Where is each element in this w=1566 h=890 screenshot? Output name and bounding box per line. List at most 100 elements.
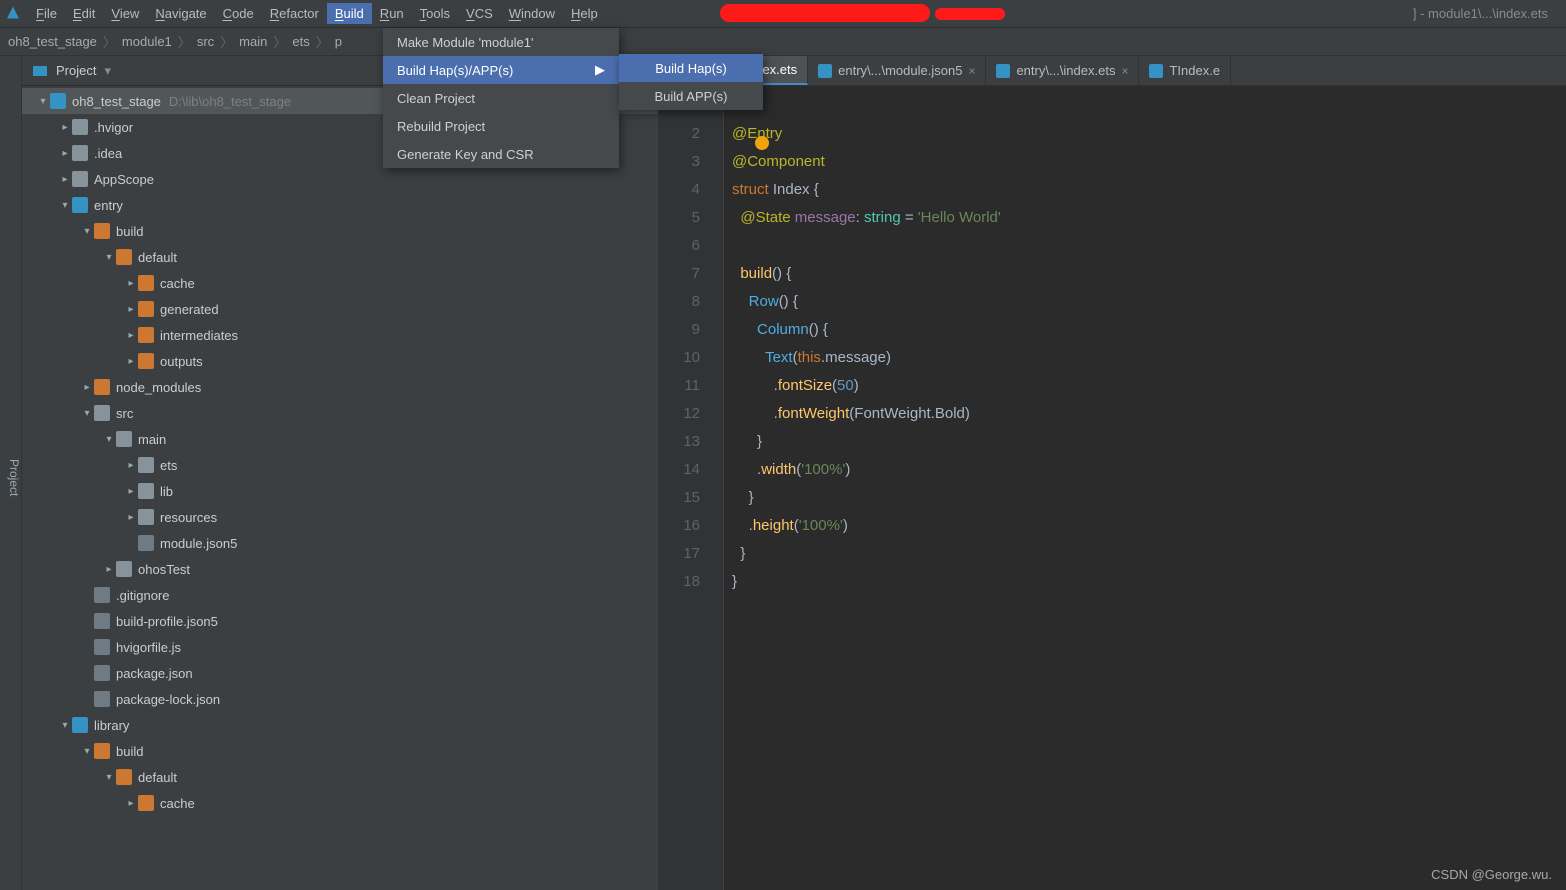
main-area: Project Project ▾ ▾oh8_test_stageD:\lib\…	[0, 56, 1566, 890]
tree-node-outputs[interactable]: ▸outputs	[22, 348, 658, 374]
breadcrumb-item[interactable]: module1	[122, 34, 172, 49]
tree-node-label: ohosTest	[138, 562, 190, 577]
tree-node-default[interactable]: ▾default	[22, 244, 658, 270]
submenu-item-build-hap-s-[interactable]: Build Hap(s)	[619, 54, 763, 82]
tree-node-ets[interactable]: ▸ets	[22, 452, 658, 478]
expand-arrow-icon[interactable]: ▸	[124, 304, 138, 315]
tree-node-default[interactable]: ▾default	[22, 764, 658, 790]
editor-tab[interactable]: entry\...\module.json5×	[808, 56, 986, 85]
submenu-item-build-app-s-[interactable]: Build APP(s)	[619, 82, 763, 110]
tree-node-label: .hvigor	[94, 120, 133, 135]
tree-node--gitignore[interactable]: ▸.gitignore	[22, 582, 658, 608]
tree-node-label: library	[94, 718, 129, 733]
tree-node-label: build-profile.json5	[116, 614, 218, 629]
expand-arrow-icon[interactable]: ▸	[124, 798, 138, 809]
close-tab-icon[interactable]: ×	[968, 64, 975, 78]
menu-code[interactable]: Code	[215, 3, 262, 24]
tree-node-src[interactable]: ▾src	[22, 400, 658, 426]
project-tree[interactable]: ▾oh8_test_stageD:\lib\oh8_test_stage▸.hv…	[22, 86, 658, 890]
tree-node-label: build	[116, 744, 143, 759]
menu-item-make-module-module-[interactable]: Make Module 'module1'	[383, 28, 619, 56]
tree-node-main[interactable]: ▾main	[22, 426, 658, 452]
menu-tools[interactable]: Tools	[412, 3, 458, 24]
tree-node-lib[interactable]: ▸lib	[22, 478, 658, 504]
file-type-icon	[996, 64, 1010, 78]
menu-help[interactable]: Help	[563, 3, 606, 24]
tree-node-ohostest[interactable]: ▸ ohosTest	[22, 556, 658, 582]
expand-arrow-icon[interactable]: ▾	[80, 746, 94, 757]
expand-arrow-icon[interactable]: ▸	[124, 460, 138, 471]
expand-arrow-icon[interactable]: ▸	[124, 356, 138, 367]
editor-tab[interactable]: TIndex.e	[1139, 56, 1231, 85]
expand-arrow-icon[interactable]: ▸	[58, 148, 72, 159]
breadcrumb-item[interactable]: p	[335, 34, 342, 49]
expand-arrow-icon[interactable]: ▸	[124, 512, 138, 523]
breadcrumb-item[interactable]: main	[239, 34, 267, 49]
tree-node-cache[interactable]: ▸cache	[22, 790, 658, 816]
tree-node-package-lock-json[interactable]: ▸package-lock.json	[22, 686, 658, 712]
file-type-icon	[818, 64, 832, 78]
menu-file[interactable]: File	[28, 3, 65, 24]
tree-node-build-profile-json5[interactable]: ▸build-profile.json5	[22, 608, 658, 634]
tab-label: TIndex.e	[1169, 63, 1220, 78]
close-tab-icon[interactable]: ×	[1121, 64, 1128, 78]
editor-tab[interactable]: entry\...\index.ets×	[986, 56, 1139, 85]
tree-node-generated[interactable]: ▸ generated	[22, 296, 658, 322]
expand-arrow-icon[interactable]: ▾	[58, 720, 72, 731]
menu-item-build-hap-s-app-s-[interactable]: Build Hap(s)/APP(s)▶	[383, 56, 619, 84]
line-number: 14	[658, 456, 700, 484]
project-tool-stripe[interactable]: Project	[0, 56, 22, 890]
menu-item-generate-key-and-csr[interactable]: Generate Key and CSR	[383, 140, 619, 168]
expand-arrow-icon[interactable]: ▾	[102, 434, 116, 445]
expand-arrow-icon[interactable]: ▸	[124, 278, 138, 289]
menu-build[interactable]: Build	[327, 3, 372, 24]
breadcrumb-item[interactable]: oh8_test_stage	[8, 34, 97, 49]
expand-arrow-icon[interactable]: ▸	[58, 174, 72, 185]
tree-node-label: build	[116, 224, 143, 239]
expand-arrow-icon[interactable]: ▾	[58, 200, 72, 211]
tree-node-module-json5[interactable]: ▸module.json5	[22, 530, 658, 556]
tree-node-resources[interactable]: ▸resources	[22, 504, 658, 530]
tree-node-hvigorfile-js[interactable]: ▸hvigorfile.js	[22, 634, 658, 660]
code-editor[interactable]: 123456789101112131415161718 @Entry@Compo…	[658, 86, 1566, 890]
menu-refactor[interactable]: Refactor	[262, 3, 327, 24]
expand-arrow-icon[interactable]: ▾	[102, 252, 116, 263]
breadcrumb-item[interactable]: src	[197, 34, 214, 49]
menu-edit[interactable]: Edit	[65, 3, 103, 24]
tree-node-intermediates[interactable]: ▸intermediates	[22, 322, 658, 348]
tree-node-label: node_modules	[116, 380, 201, 395]
expand-arrow-icon[interactable]: ▸	[124, 330, 138, 341]
expand-arrow-icon[interactable]: ▸	[58, 122, 72, 133]
menu-run[interactable]: Run	[372, 3, 412, 24]
menu-vcs[interactable]: VCS	[458, 3, 501, 24]
file-icon	[94, 665, 110, 681]
menu-item-rebuild-project[interactable]: Rebuild Project	[383, 112, 619, 140]
tree-node-entry[interactable]: ▾entry	[22, 192, 658, 218]
expand-arrow-icon[interactable]: ▾	[36, 96, 50, 107]
tree-node-build[interactable]: ▾ build	[22, 738, 658, 764]
expand-arrow-icon[interactable]: ▾	[80, 408, 94, 419]
line-number: 18	[658, 568, 700, 596]
menu-view[interactable]: View	[103, 3, 147, 24]
tree-node-package-json[interactable]: ▸package.json	[22, 660, 658, 686]
expand-arrow-icon[interactable]: ▸	[102, 564, 116, 575]
breadcrumb-item[interactable]: ets	[292, 34, 309, 49]
tree-node-build[interactable]: ▾ build	[22, 218, 658, 244]
menu-navigate[interactable]: Navigate	[147, 3, 214, 24]
expand-arrow-icon[interactable]: ▾	[80, 226, 94, 237]
tree-node-cache[interactable]: ▸cache	[22, 270, 658, 296]
tree-node-appscope[interactable]: ▸AppScope	[22, 166, 658, 192]
tree-node-label: generated	[160, 302, 219, 317]
intention-bulb-icon[interactable]	[755, 136, 769, 150]
code-content[interactable]: @Entry@Componentstruct Index { @State me…	[724, 86, 1566, 890]
folder-icon	[72, 717, 88, 733]
breadcrumb-separator: 〉	[178, 32, 191, 51]
expand-arrow-icon[interactable]: ▸	[124, 486, 138, 497]
expand-arrow-icon[interactable]: ▸	[80, 382, 94, 393]
menu-item-clean-project[interactable]: Clean Project	[383, 84, 619, 112]
menu-window[interactable]: Window	[501, 3, 563, 24]
expand-arrow-icon[interactable]: ▾	[102, 772, 116, 783]
tree-node-library[interactable]: ▾ library	[22, 712, 658, 738]
file-icon	[94, 639, 110, 655]
tree-node-node-modules[interactable]: ▸ node_modules	[22, 374, 658, 400]
